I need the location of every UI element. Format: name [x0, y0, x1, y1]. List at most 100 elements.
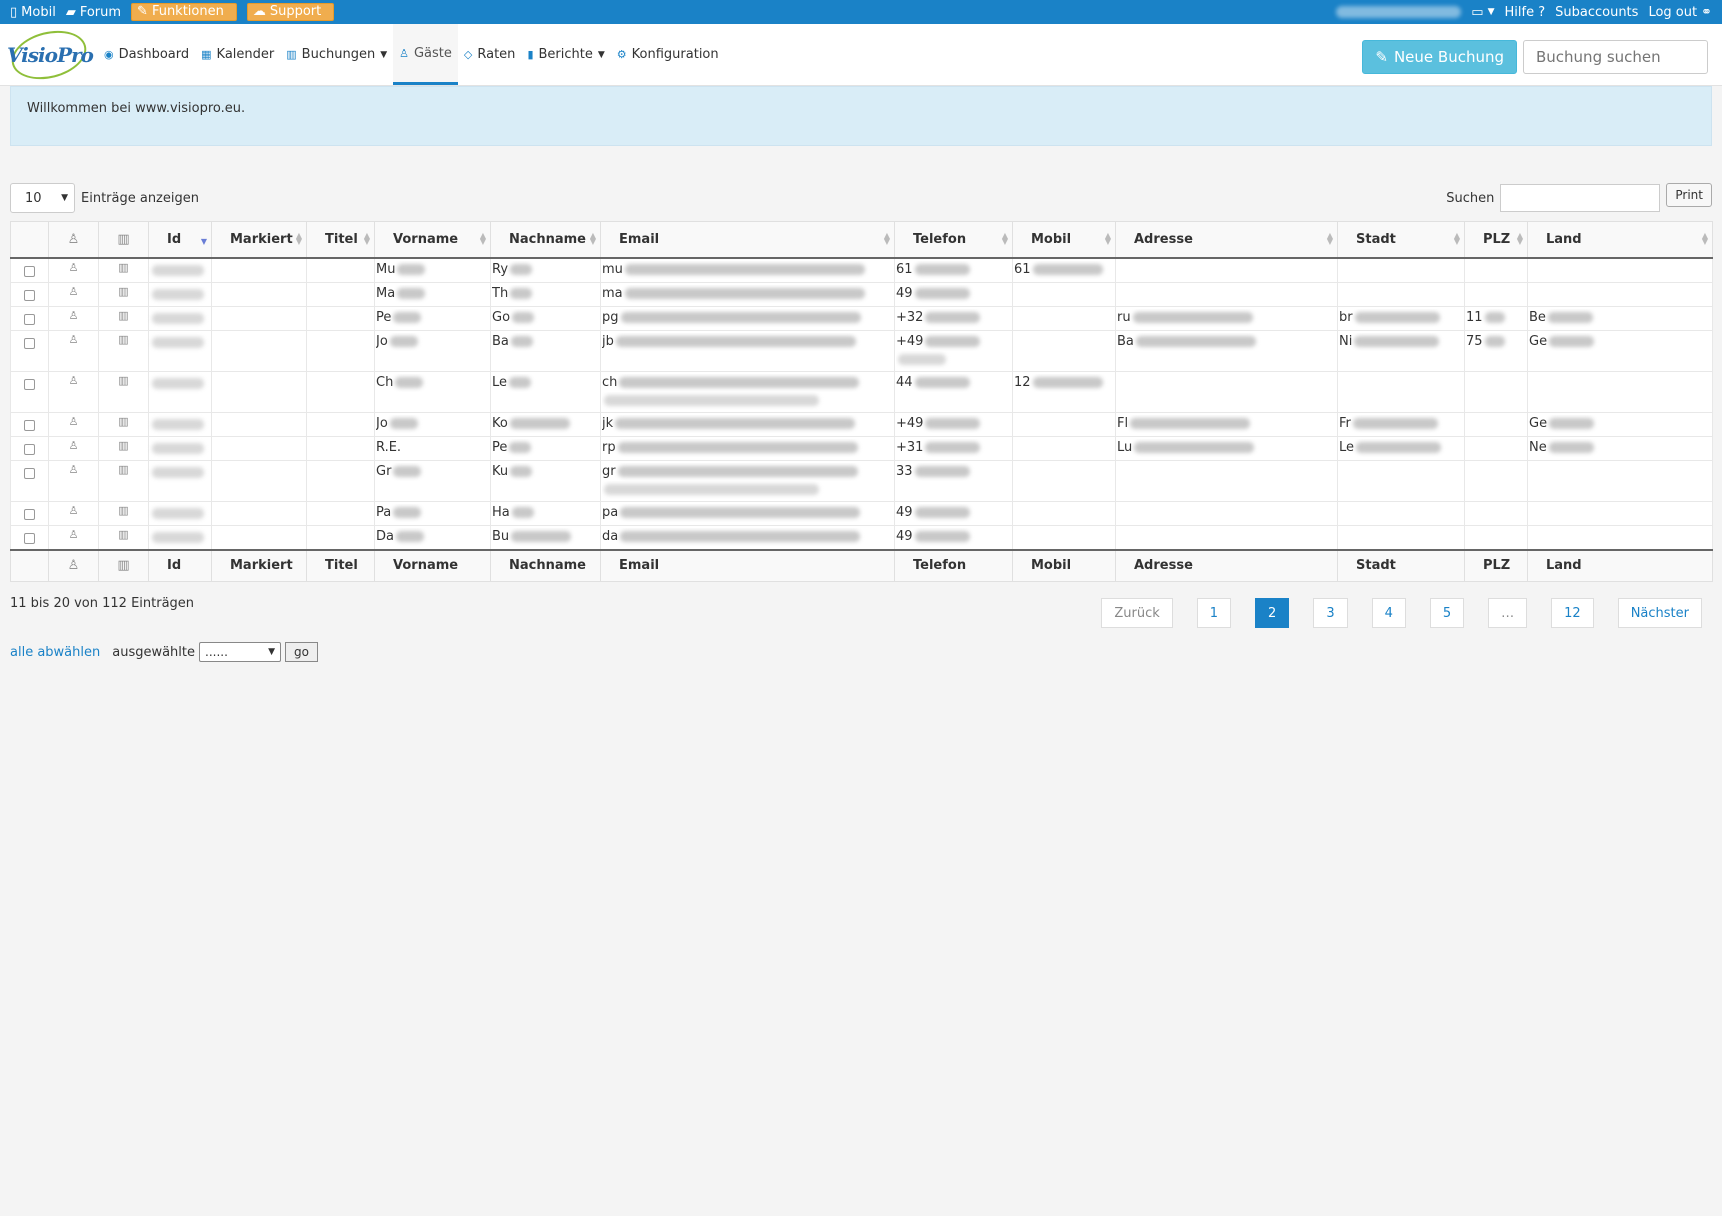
col-stadt[interactable]: Stadt ▲ ▼ — [1337, 221, 1465, 259]
row-guest-action[interactable]: ♙ — [48, 257, 99, 283]
row-booking-action[interactable]: ▥ — [98, 306, 149, 331]
row-guest-action[interactable]: ♙ — [48, 501, 99, 526]
nachname-text: Le — [492, 374, 508, 390]
pagination-prev[interactable]: Zurück — [1101, 598, 1173, 628]
row-guest-action[interactable]: ♙ — [48, 282, 99, 307]
nav-bookings[interactable]: ▥ Buchungen ▼ — [280, 24, 393, 85]
table-row[interactable]: ♙ ▥ Ma Th ma 49 — [10, 282, 1713, 307]
support-button[interactable]: ☁ Support — [246, 3, 335, 21]
email-text: pg — [602, 309, 619, 325]
pagination-page-5[interactable]: 5 — [1429, 598, 1465, 628]
col-adresse[interactable]: Adresse ▲ ▼ — [1115, 221, 1338, 259]
row-booking-action[interactable]: ▥ — [98, 460, 149, 502]
table-row[interactable]: ♙ ▥ Da Bu da 49 — [10, 525, 1713, 550]
table-header-row: ♙ ▥ Id ▼ Markiert ▲ ▼ Titel ▲ ▼ Vorname ▲ ▼ Nac… — [10, 221, 1713, 259]
table-row[interactable]: ♙ ▥ Pe Go pg +32 ru br 11 Be — [10, 306, 1713, 331]
entries-length-select[interactable]: 10 ▼ — [10, 183, 75, 213]
table-row[interactable]: ♙ ▥ Jo Ba jb +49 Ba Ni 75 Ge — [10, 330, 1713, 372]
nav-calendar[interactable]: ▦ Kalender — [195, 24, 280, 85]
col-mobil[interactable]: Mobil ▲ ▼ — [1012, 221, 1116, 259]
col-land[interactable]: Land ▲ ▼ — [1527, 221, 1713, 259]
go-button[interactable]: go — [285, 642, 318, 662]
redacted-text — [152, 531, 204, 543]
cell-titel — [306, 436, 375, 461]
row-checkbox[interactable] — [24, 443, 35, 455]
pagination-page-12[interactable]: 12 — [1551, 598, 1594, 628]
row-checkbox[interactable] — [24, 508, 35, 520]
user-icon: ♙ — [68, 284, 79, 298]
row-guest-action[interactable]: ♙ — [48, 412, 99, 437]
nachname-text: Ba — [492, 333, 509, 349]
col-plz[interactable]: PLZ ▲ ▼ — [1464, 221, 1528, 259]
redacted-text — [1134, 441, 1255, 453]
cell-email: gr — [600, 460, 895, 502]
table-row[interactable]: ♙ ▥ Gr Ku gr 33 — [10, 460, 1713, 502]
col-vorname[interactable]: Vorname ▲ ▼ — [374, 221, 491, 259]
row-booking-action[interactable]: ▥ — [98, 282, 149, 307]
pagination-page-1[interactable]: 1 — [1196, 598, 1232, 628]
new-booking-button[interactable]: ✎ Neue Buchung — [1362, 40, 1517, 74]
table-row[interactable]: ♙ ▥ Jo Ko jk +49 Fl Fr Ge — [10, 412, 1713, 437]
row-booking-action[interactable]: ▥ — [98, 257, 149, 283]
row-booking-action[interactable]: ▥ — [98, 330, 149, 372]
row-guest-action[interactable]: ♙ — [48, 330, 99, 372]
bulk-action-select[interactable]: ...... ▼ — [199, 642, 282, 662]
help-link[interactable]: Hilfe ? — [1505, 5, 1546, 20]
nav-configuration[interactable]: ⚙ Konfiguration — [611, 24, 725, 85]
row-select-cell — [10, 436, 49, 461]
row-guest-action[interactable]: ♙ — [48, 371, 99, 413]
mobile-link[interactable]: ▯ Mobil — [10, 5, 56, 20]
logo[interactable]: VisioPro — [0, 22, 98, 87]
table-row[interactable]: ♙ ▥ Mu Ry mu 61 61 — [10, 257, 1713, 283]
display-menu[interactable]: ▭ ▼ — [1471, 5, 1494, 20]
table-row[interactable]: ♙ ▥ Pa Ha pa 49 — [10, 501, 1713, 526]
row-checkbox[interactable] — [24, 289, 35, 301]
row-guest-action[interactable]: ♙ — [48, 306, 99, 331]
col-nachname[interactable]: Nachname ▲ ▼ — [490, 221, 601, 259]
subaccounts-link[interactable]: Subaccounts — [1555, 5, 1638, 20]
row-booking-action[interactable]: ▥ — [98, 371, 149, 413]
col-titel[interactable]: Titel ▲ ▼ — [306, 221, 375, 259]
row-guest-action[interactable]: ♙ — [48, 460, 99, 502]
nav-reports[interactable]: ▮ Berichte ▼ — [521, 24, 610, 85]
row-checkbox[interactable] — [24, 532, 35, 544]
row-checkbox[interactable] — [24, 378, 35, 390]
pagination-page-4[interactable]: 4 — [1371, 598, 1406, 628]
row-booking-action[interactable]: ▥ — [98, 525, 149, 550]
row-booking-action[interactable]: ▥ — [98, 436, 149, 461]
filter-input[interactable] — [1500, 184, 1661, 212]
print-button[interactable]: Print — [1666, 183, 1712, 207]
col-markiert[interactable]: Markiert ▲ ▼ — [211, 221, 307, 259]
row-booking-action[interactable]: ▥ — [98, 412, 149, 437]
features-button[interactable]: ✎ Funktionen — [131, 3, 237, 21]
booking-search-input[interactable] — [1523, 40, 1708, 74]
row-checkbox[interactable] — [24, 265, 35, 277]
row-booking-action[interactable]: ▥ — [98, 501, 149, 526]
nav-guests[interactable]: ♙ Gäste — [393, 24, 458, 85]
cell-titel — [306, 412, 375, 437]
deselect-all-link[interactable]: alle abwählen — [10, 645, 100, 660]
row-checkbox[interactable] — [24, 419, 35, 431]
forum-link[interactable]: ▰ Forum — [66, 5, 121, 20]
row-guest-action[interactable]: ♙ — [48, 525, 99, 550]
table-row[interactable]: ♙ ▥ Ch Le ch 44 12 — [10, 371, 1713, 413]
row-guest-action[interactable]: ♙ — [48, 436, 99, 461]
col-guest-icon[interactable]: ♙ — [48, 221, 99, 259]
logout-link[interactable]: Log out ⚭ — [1648, 5, 1712, 20]
pagination-next[interactable]: Nächster — [1617, 598, 1702, 628]
cell-telefon: 61 — [894, 257, 1013, 283]
col-booking-icon[interactable]: ▥ — [98, 221, 149, 259]
nav-rates[interactable]: ◇ Raten — [458, 24, 522, 85]
table-row[interactable]: ♙ ▥ R.E. Pe rp +31 Lu Le Ne — [10, 436, 1713, 461]
pagination-page-2[interactable]: 2 — [1255, 598, 1290, 628]
col-id[interactable]: Id ▼ — [148, 221, 212, 259]
cell-stadt — [1337, 257, 1465, 283]
user-icon: ♙ — [67, 558, 80, 574]
col-email[interactable]: Email ▲ ▼ — [600, 221, 895, 259]
nav-dashboard[interactable]: ◉ Dashboard — [98, 24, 195, 85]
row-checkbox[interactable] — [24, 313, 35, 325]
row-checkbox[interactable] — [24, 467, 35, 479]
row-checkbox[interactable] — [24, 337, 35, 349]
col-telefon[interactable]: Telefon ▲ ▼ — [894, 221, 1013, 259]
pagination-page-3[interactable]: 3 — [1313, 598, 1348, 628]
